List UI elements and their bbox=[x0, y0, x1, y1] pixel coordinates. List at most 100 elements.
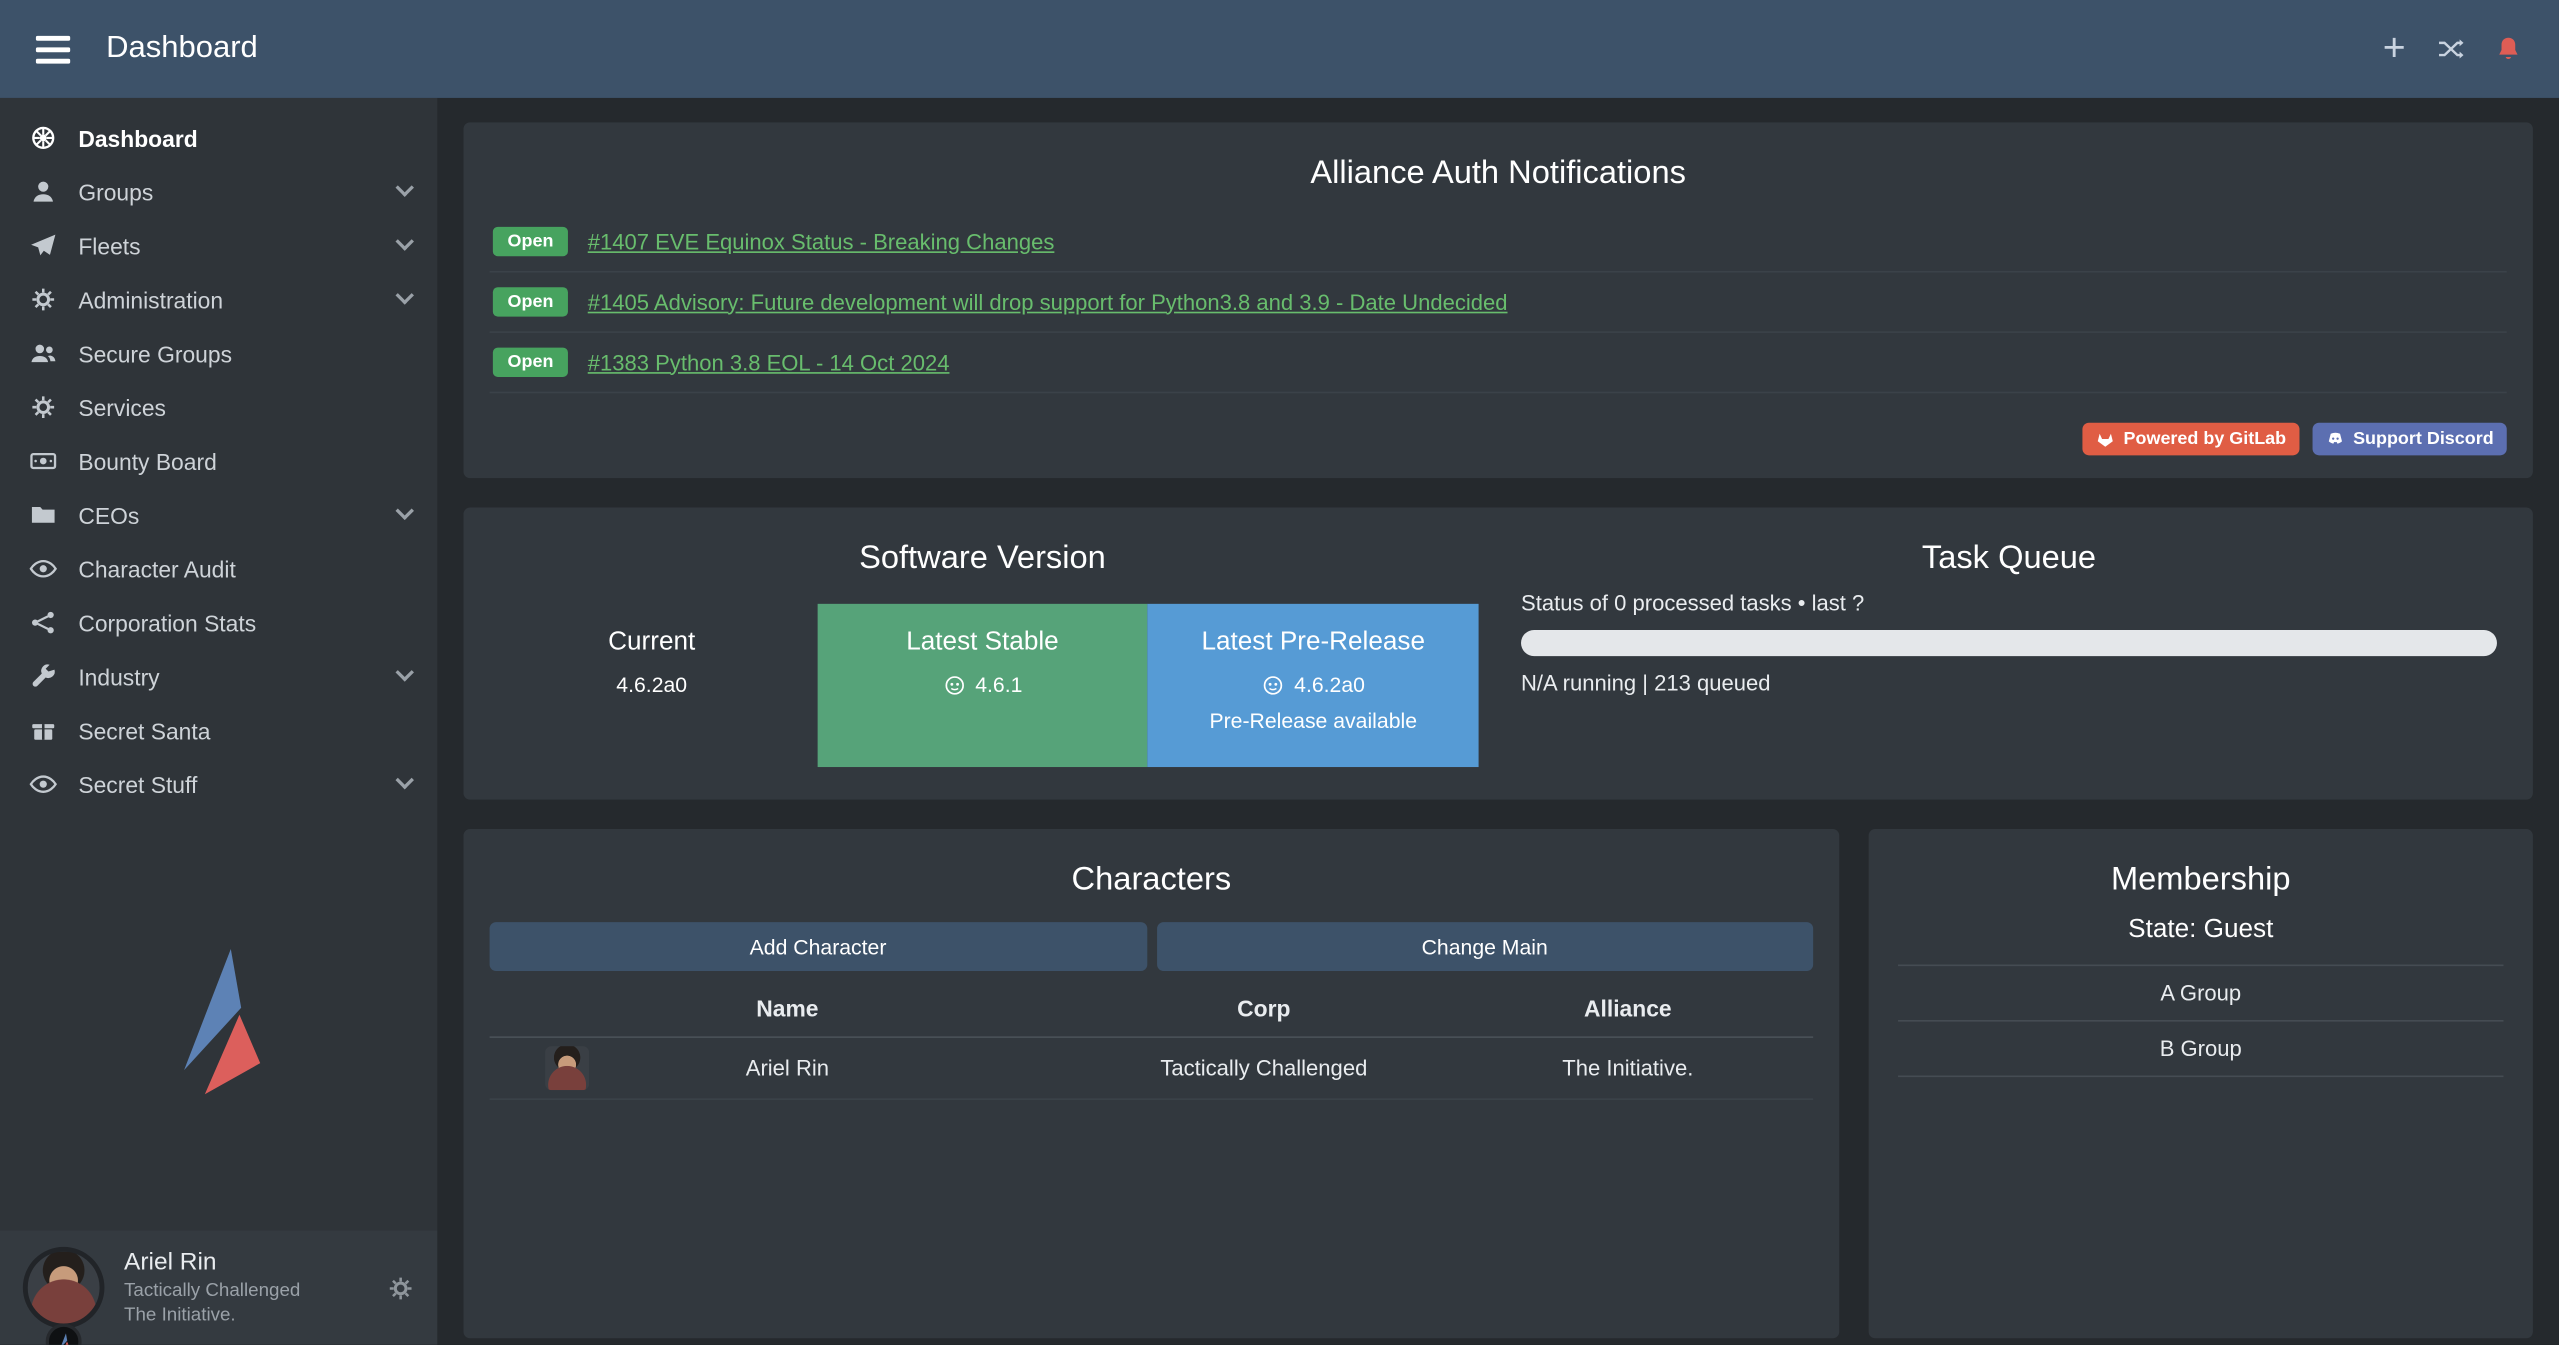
user-alliance: The Initiative. bbox=[124, 1304, 300, 1328]
sidebar-item-secure-groups[interactable]: Secure Groups bbox=[0, 326, 437, 380]
task-queue-counts: N/A running | 213 queued bbox=[1521, 671, 2497, 695]
notifications-panel: Alliance Auth Notifications Open #1407 E… bbox=[463, 122, 2532, 478]
notification-link[interactable]: #1383 Python 3.8 EOL - 14 Oct 2024 bbox=[588, 350, 950, 374]
page-title: Dashboard bbox=[106, 31, 258, 67]
sidebar-item-industry[interactable]: Industry bbox=[0, 650, 437, 704]
sidebar-menu: Dashboard Groups Fleets Administration S… bbox=[0, 111, 437, 811]
group-row-a-group: A Group bbox=[1898, 965, 2503, 1022]
sidebar-item-services[interactable]: Services bbox=[0, 380, 437, 434]
notification-link[interactable]: #1405 Advisory: Future development will … bbox=[588, 290, 1508, 314]
eye-icon bbox=[29, 555, 57, 583]
sidebar-item-label: Services bbox=[78, 394, 411, 420]
sidebar-item-label: CEOs bbox=[78, 502, 398, 528]
chevron-down-icon bbox=[396, 178, 414, 196]
add-character-button[interactable]: Add Character bbox=[490, 922, 1147, 971]
notifications-title: Alliance Auth Notifications bbox=[490, 155, 2507, 193]
folder-icon bbox=[29, 501, 57, 529]
user-name: Ariel Rin bbox=[124, 1247, 300, 1279]
navbar-actions: + bbox=[2379, 34, 2523, 63]
sidebar-item-fleets[interactable]: Fleets bbox=[0, 219, 437, 273]
chevron-down-icon bbox=[396, 502, 414, 520]
bell-icon[interactable] bbox=[2494, 34, 2523, 63]
version-cell-title: Latest Pre-Release bbox=[1161, 628, 1466, 657]
menu-icon[interactable] bbox=[36, 35, 70, 63]
sidebar-item-groups[interactable]: Groups bbox=[0, 165, 437, 219]
gear-icon bbox=[29, 286, 57, 314]
sidebar-item-secret-stuff[interactable]: Secret Stuff bbox=[0, 757, 437, 811]
version-cell-value: 4.6.2a0 bbox=[1294, 672, 1365, 696]
jet-icon bbox=[29, 232, 57, 260]
sidebar-item-label: Secret Stuff bbox=[78, 771, 398, 797]
sidebar-item-label: Bounty Board bbox=[78, 448, 411, 474]
sidebar-item-label: Secure Groups bbox=[78, 340, 411, 366]
sidebar-item-label: Dashboard bbox=[78, 125, 411, 151]
sidebar-item-ceos[interactable]: CEOs bbox=[0, 488, 437, 542]
sidebar-item-bounty-board[interactable]: Bounty Board bbox=[0, 434, 437, 488]
character-row: Ariel Rin Tactically Challenged The Init… bbox=[490, 1038, 1814, 1100]
wrench-icon bbox=[29, 663, 57, 691]
sidebar-item-label: Fleets bbox=[78, 233, 398, 259]
version-cell-title: Latest Stable bbox=[830, 628, 1135, 657]
user-icon bbox=[29, 178, 57, 206]
notification-link[interactable]: #1407 EVE Equinox Status - Breaking Chan… bbox=[588, 229, 1055, 253]
main-content: Alliance Auth Notifications Open #1407 E… bbox=[437, 98, 2559, 1345]
shuffle-icon[interactable] bbox=[2437, 34, 2466, 63]
sidebar: Dashboard Groups Fleets Administration S… bbox=[0, 98, 437, 1345]
software-version-title: Software Version bbox=[486, 540, 1478, 578]
version-cell-stable: Latest Stable 4.6.1 bbox=[817, 604, 1148, 767]
change-main-button[interactable]: Change Main bbox=[1156, 922, 1813, 971]
eye-icon bbox=[29, 770, 57, 798]
version-cell-value: 4.6.2a0 bbox=[616, 672, 687, 696]
notification-row: Open #1405 Advisory: Future development … bbox=[490, 273, 2507, 333]
sidebar-item-character-audit[interactable]: Character Audit bbox=[0, 542, 437, 596]
character-portrait bbox=[545, 1046, 589, 1090]
sidebar-item-corporation-stats[interactable]: Corporation Stats bbox=[0, 596, 437, 650]
add-icon[interactable]: + bbox=[2379, 34, 2408, 63]
sidebar-item-dashboard[interactable]: Dashboard bbox=[0, 111, 437, 165]
sidebar-item-secret-santa[interactable]: Secret Santa bbox=[0, 703, 437, 757]
software-version-section: Software Version Current 4.6.2a0 Latest … bbox=[463, 508, 1498, 800]
discord-badge-label: Support Discord bbox=[2353, 429, 2494, 449]
sidebar-item-label: Groups bbox=[78, 179, 398, 205]
membership-state: State: Guest bbox=[1895, 916, 2507, 945]
user-panel: Ariel Rin Tactically Challenged The Init… bbox=[0, 1231, 437, 1345]
allianceauth-owl-icon bbox=[943, 673, 966, 696]
bottom-row: Characters Add Character Change Main Nam… bbox=[463, 829, 2532, 1338]
sidebar-item-label: Secret Santa bbox=[78, 717, 411, 743]
notifications-list: Open #1407 EVE Equinox Status - Breaking… bbox=[490, 212, 2507, 393]
status-panel: Software Version Current 4.6.2a0 Latest … bbox=[463, 508, 2532, 800]
sidebar-item-label: Character Audit bbox=[78, 556, 411, 582]
characters-title: Characters bbox=[490, 862, 1814, 900]
task-queue-section: Task Queue Status of 0 processed tasks •… bbox=[1498, 508, 2533, 800]
chevron-down-icon bbox=[396, 232, 414, 250]
gitlab-icon bbox=[2096, 429, 2116, 449]
chevron-down-icon bbox=[396, 663, 414, 681]
column-name: Name bbox=[490, 996, 1086, 1022]
user-avatar bbox=[23, 1247, 105, 1329]
top-navbar: Dashboard + bbox=[0, 0, 2559, 98]
sidebar-item-administration[interactable]: Administration bbox=[0, 273, 437, 327]
gitlab-badge[interactable]: Powered by GitLab bbox=[2083, 423, 2299, 456]
notification-row: Open #1383 Python 3.8 EOL - 14 Oct 2024 bbox=[490, 333, 2507, 393]
settings-gear-icon[interactable] bbox=[387, 1274, 415, 1302]
gear-icon bbox=[29, 393, 57, 421]
status-badge: Open bbox=[493, 287, 568, 316]
share-icon bbox=[29, 609, 57, 637]
characters-panel: Characters Add Character Change Main Nam… bbox=[463, 829, 1839, 1338]
version-cell-value: 4.6.1 bbox=[975, 672, 1022, 696]
user-corp: Tactically Challenged bbox=[124, 1279, 300, 1303]
column-corp: Corp bbox=[1085, 996, 1442, 1022]
discord-badge[interactable]: Support Discord bbox=[2312, 423, 2506, 456]
allianceauth-owl-icon bbox=[1262, 673, 1285, 696]
character-corp: Tactically Challenged bbox=[1085, 1056, 1442, 1080]
version-cell-title: Current bbox=[499, 628, 804, 657]
status-badge: Open bbox=[493, 348, 568, 377]
status-badge: Open bbox=[493, 227, 568, 256]
character-alliance: The Initiative. bbox=[1443, 1056, 1814, 1080]
discord-icon bbox=[2325, 429, 2345, 449]
users-icon bbox=[29, 339, 57, 367]
version-cell-prerelease: Latest Pre-Release 4.6.2a0 Pre-Release a… bbox=[1148, 604, 1479, 767]
notification-row: Open #1407 EVE Equinox Status - Breaking… bbox=[490, 212, 2507, 272]
money-icon bbox=[29, 447, 57, 475]
user-meta: Ariel Rin Tactically Challenged The Init… bbox=[124, 1247, 300, 1328]
